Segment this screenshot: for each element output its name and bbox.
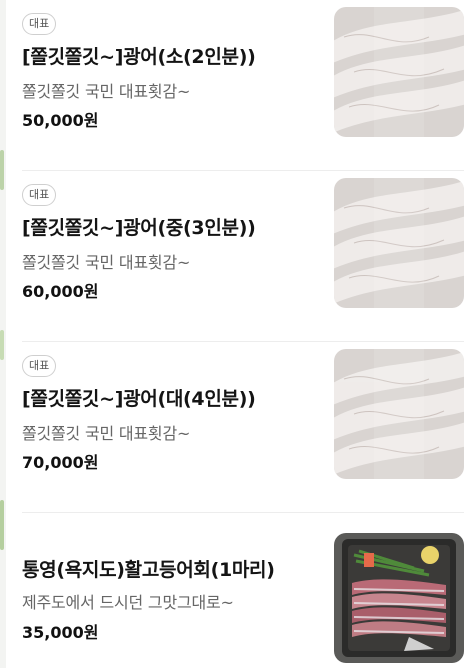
leaf-decoration	[0, 330, 4, 360]
menu-item-mackerel[interactable]: 통영(욕지도)활고등어회(1마리) 제주도에서 드시던 그맛그대로~ 35,00…	[22, 513, 464, 668]
menu-item-name: [쫄깃쫄깃~]광어(대(4인분))	[22, 388, 256, 410]
menu-item-description: 쫄깃쫄깃 국민 대표횟감~	[22, 253, 191, 272]
signature-badge: 대표	[22, 184, 57, 206]
menu-item-flounder-large[interactable]: 대표 [쫄깃쫄깃~]광어(대(4인분)) 쫄깃쫄깃 국민 대표횟감~ 70,00…	[22, 342, 464, 513]
leaf-decoration	[0, 150, 4, 190]
menu-item-price: 50,000원	[22, 111, 99, 130]
menu-item-flounder-small[interactable]: 대표 [쫄깃쫄깃~]광어(소(2인분)) 쫄깃쫄깃 국민 대표횟감~ 50,00…	[22, 0, 464, 171]
menu-item-description: 쫄깃쫄깃 국민 대표횟감~	[22, 424, 191, 443]
signature-badge: 대표	[22, 355, 57, 377]
sliced-flounder-sashimi-photo[interactable]	[334, 349, 464, 479]
menu-item-name: 통영(욕지도)활고등어회(1마리)	[22, 559, 275, 581]
left-edge-strip	[0, 0, 6, 668]
mackerel-sashimi-tray-photo[interactable]	[334, 533, 464, 663]
leaf-decoration	[0, 500, 4, 550]
menu-item-description: 제주도에서 드시던 그맛그대로~	[22, 593, 234, 612]
signature-badge: 대표	[22, 13, 57, 35]
menu-item-price: 35,000원	[22, 623, 99, 642]
menu-item-flounder-medium[interactable]: 대표 [쫄깃쫄깃~]광어(중(3인분)) 쫄깃쫄깃 국민 대표횟감~ 60,00…	[22, 171, 464, 342]
menu-item-name: [쫄깃쫄깃~]광어(소(2인분))	[22, 46, 256, 68]
menu-list: 대표 [쫄깃쫄깃~]광어(소(2인분)) 쫄깃쫄깃 국민 대표횟감~ 50,00…	[22, 0, 464, 668]
sliced-flounder-sashimi-photo[interactable]	[334, 178, 464, 308]
menu-item-name: [쫄깃쫄깃~]광어(중(3인분))	[22, 217, 256, 239]
menu-item-description: 쫄깃쫄깃 국민 대표횟감~	[22, 82, 191, 101]
menu-item-price: 70,000원	[22, 453, 99, 472]
menu-item-price: 60,000원	[22, 282, 99, 301]
sliced-flounder-sashimi-photo[interactable]	[334, 7, 464, 137]
